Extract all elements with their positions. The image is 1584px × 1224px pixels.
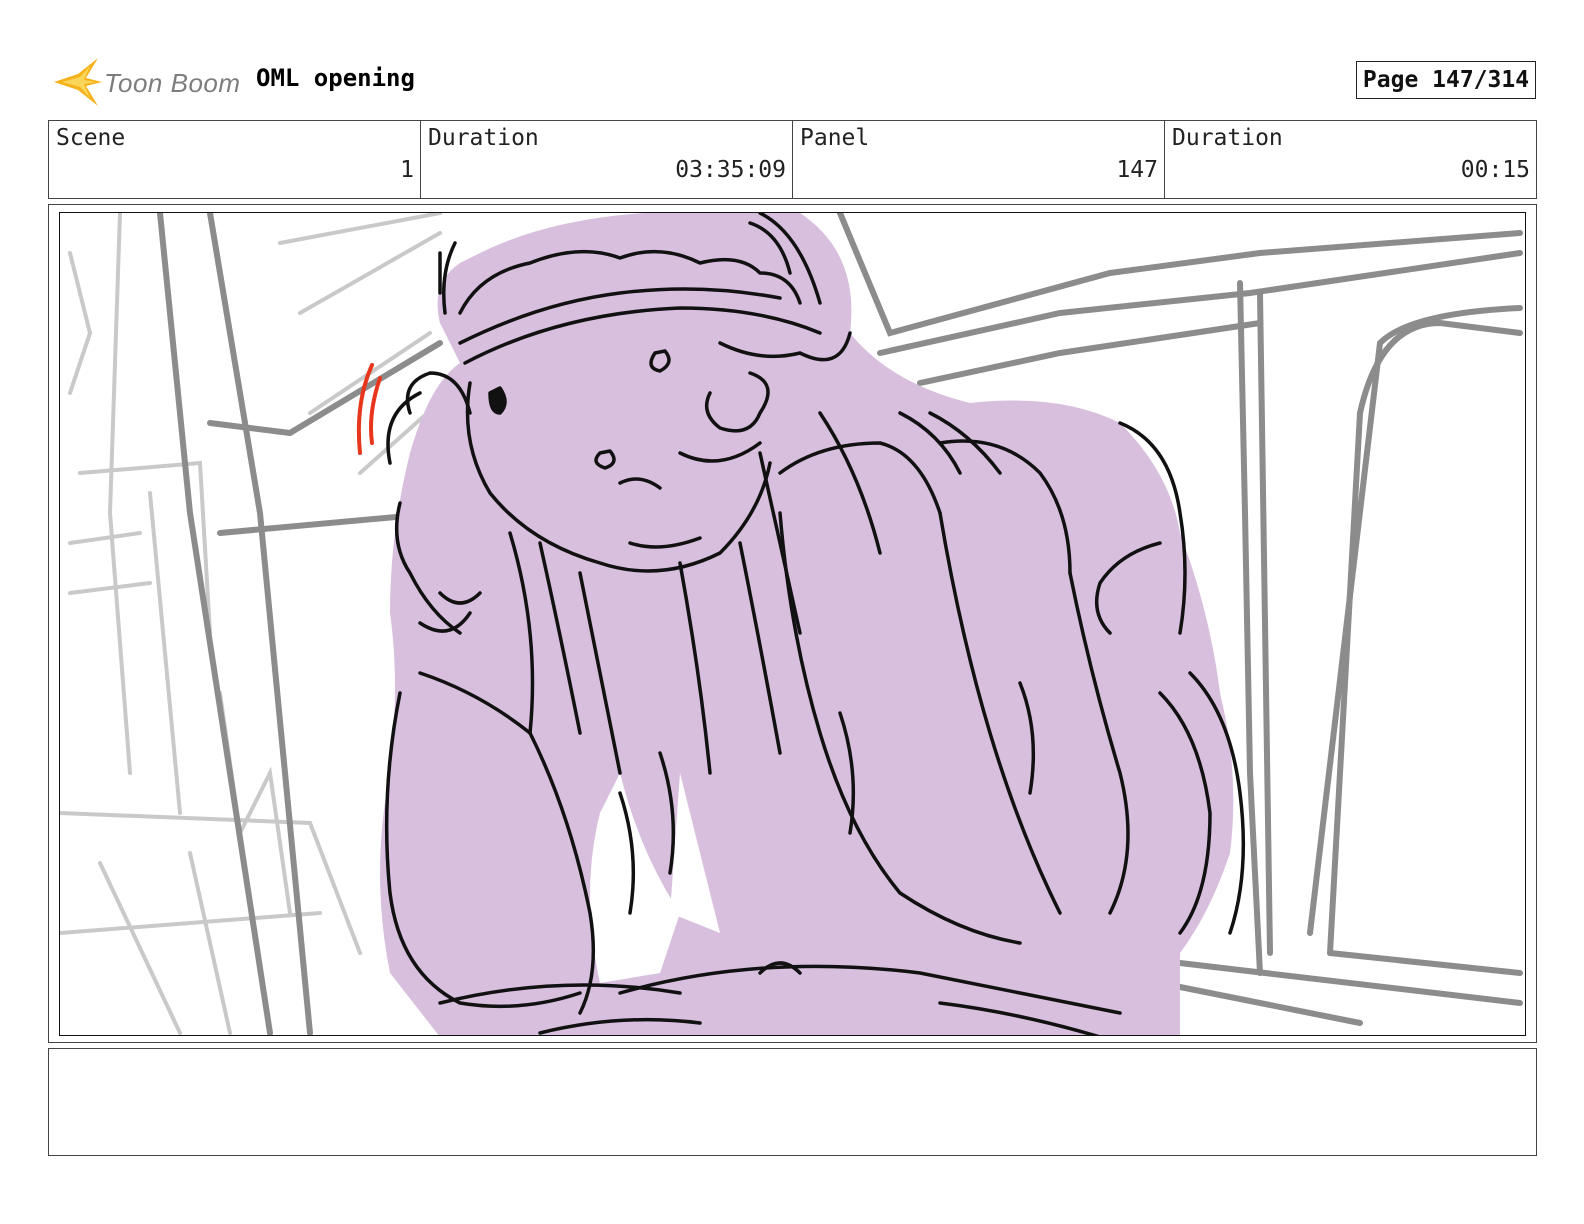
storyboard-sketch [60, 213, 1523, 1035]
panel-label: Panel [800, 125, 870, 151]
toon-boom-logo: Toon Boom [52, 56, 242, 108]
scene-duration-label: Duration [428, 125, 539, 151]
panel-duration-value: 00:15 [1460, 157, 1530, 183]
storyboard-image [59, 212, 1526, 1036]
panel-value: 147 [1116, 157, 1158, 183]
character-fill [380, 213, 1234, 1035]
scene-duration-value: 03:35:09 [675, 157, 786, 183]
panel-info-row: Scene 1 Duration 03:35:09 Panel 147 Dura… [48, 120, 1537, 199]
logo-text: Toon Boom [104, 68, 241, 98]
panel-cell: Panel 147 [793, 121, 1165, 198]
scene-duration-cell: Duration 03:35:09 [421, 121, 793, 198]
page-indicator: Page 147/314 [1356, 61, 1536, 99]
panel-notes [48, 1048, 1537, 1156]
scene-cell: Scene 1 [49, 121, 421, 198]
toon-boom-star-icon [54, 58, 102, 106]
project-title: OML opening [256, 64, 415, 92]
scene-label: Scene [56, 125, 126, 151]
scene-value: 1 [400, 157, 414, 183]
panel-duration-cell: Duration 00:15 [1165, 121, 1536, 198]
panel-duration-label: Duration [1172, 125, 1283, 151]
